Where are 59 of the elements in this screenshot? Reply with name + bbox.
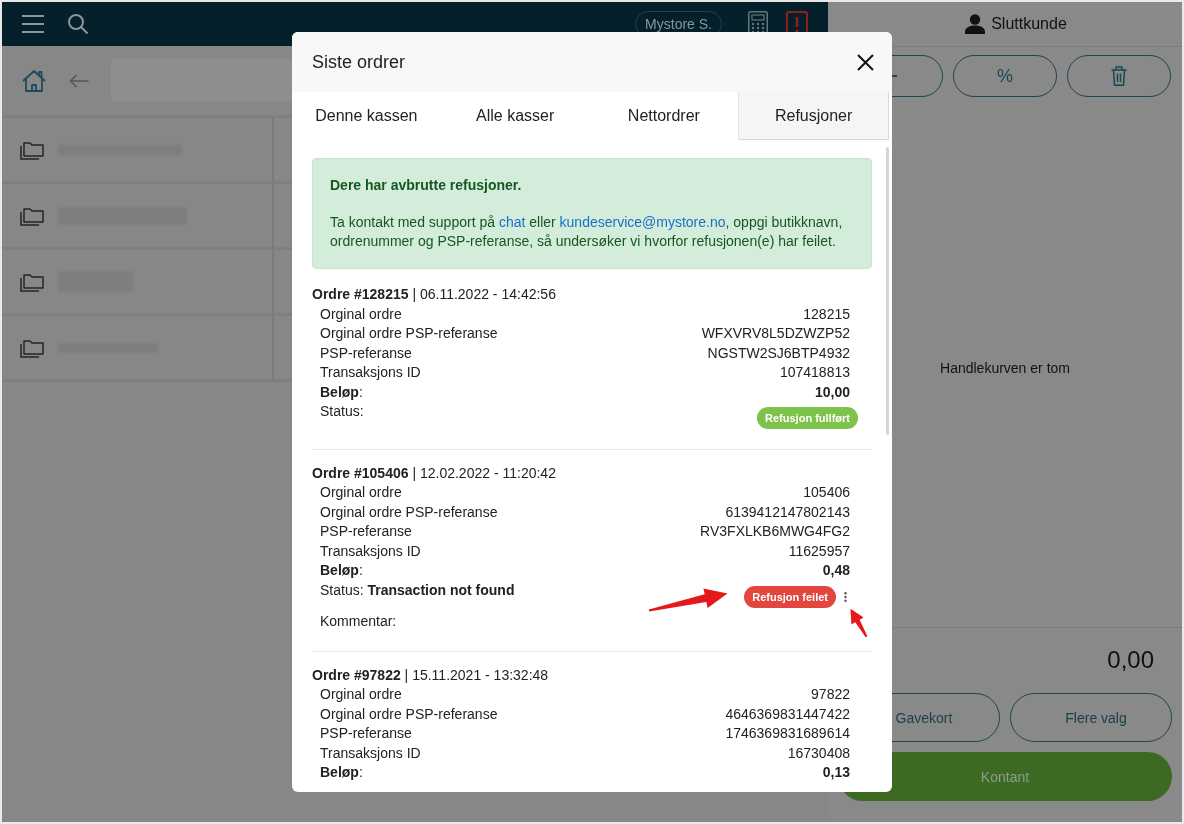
field-value: NGSTW2SJ6BTP4932 bbox=[707, 343, 850, 363]
notice-text: Ta kontakt med support på chat eller kundeservice@mystore.no, oppgi butikknavn, ordrenummer og PSP-referanse, så undersøker vi hvorfor refusjonen(e) har feilet. bbox=[330, 213, 844, 251]
status-text: Status: Transaction not found bbox=[320, 580, 515, 600]
folder-tile[interactable] bbox=[2, 250, 274, 316]
customer-name: Sluttkunde bbox=[991, 15, 1067, 33]
field-value: 105406 bbox=[803, 483, 850, 502]
field-label: Orginal ordre PSP-referanse bbox=[320, 324, 498, 343]
order-heading: Ordre #128215 | 06.11.2022 - 14:42:56 bbox=[312, 285, 557, 304]
field-label: Orginal ordre bbox=[320, 483, 402, 502]
field-label: PSP-referanse bbox=[320, 522, 412, 541]
empty-cart-text: Handlekurven er tom bbox=[940, 359, 1070, 376]
field-label: Transaksjons ID bbox=[320, 743, 421, 763]
field-label: Orginal ordre PSP-referanse bbox=[320, 502, 498, 522]
scrollbar-thumb[interactable] bbox=[886, 147, 889, 435]
folder-icon bbox=[20, 139, 44, 160]
field-label: Orginal ordre bbox=[320, 304, 402, 324]
person-icon bbox=[965, 14, 986, 34]
tab[interactable]: Refusjoner bbox=[738, 92, 889, 140]
field-label: Beløp: bbox=[320, 382, 363, 402]
field-label: PSP-referanse bbox=[320, 343, 412, 363]
field-label: Transaksjons ID bbox=[320, 363, 421, 382]
field-label: Beløp: bbox=[320, 763, 363, 782]
text-link[interactable]: chat bbox=[498, 214, 526, 230]
field-value: 10,00 bbox=[814, 382, 850, 402]
back-arrow-icon[interactable] bbox=[69, 73, 89, 88]
field-value: 0,48 bbox=[822, 561, 850, 580]
field-label: Beløp: bbox=[320, 561, 363, 580]
order-heading: Ordre #97822 | 15.11.2021 - 13:32:48 bbox=[312, 665, 550, 685]
close-icon[interactable] bbox=[857, 53, 874, 71]
field-value: RV3FXLKB6MWG4FG2 bbox=[700, 522, 850, 541]
folder-tile[interactable] bbox=[2, 118, 274, 184]
comment-label: Kommentar: bbox=[320, 612, 397, 629]
trash-icon bbox=[1111, 66, 1127, 86]
folder-icon bbox=[20, 205, 44, 226]
field-label: PSP-referanse bbox=[320, 724, 412, 743]
folder-icon bbox=[20, 337, 44, 358]
status-text: Status: bbox=[320, 402, 364, 421]
text-link[interactable]: kundeservice@mystore.no bbox=[559, 214, 726, 230]
field-value: WFXVRV8L5DZWZP52 bbox=[701, 324, 850, 343]
order-heading: Ordre #105406 | 12.02.2022 - 11:20:42 bbox=[312, 463, 557, 483]
field-value: 128215 bbox=[803, 304, 850, 324]
total-amount: 0,00 bbox=[1107, 646, 1154, 673]
notice-title: Dere har avbrutte refusjoner. bbox=[330, 176, 523, 195]
folder-icon bbox=[20, 271, 44, 292]
field-value: 11625957 bbox=[788, 541, 850, 561]
modal-title: Siste ordrer bbox=[312, 51, 406, 73]
field-value: 107418813 bbox=[779, 363, 850, 382]
home-icon[interactable] bbox=[22, 69, 46, 92]
field-label: Transaksjons ID bbox=[320, 541, 421, 561]
search-icon[interactable] bbox=[68, 14, 88, 34]
field-label: Orginal ordre bbox=[320, 685, 402, 704]
field-label: Orginal ordre PSP-referanse bbox=[320, 704, 498, 724]
more-menu-icon[interactable] bbox=[844, 591, 847, 602]
folder-tile[interactable] bbox=[2, 316, 274, 382]
folder-tile[interactable] bbox=[2, 184, 274, 250]
field-value: 6139412147802143 bbox=[725, 502, 850, 522]
status-badge: Refusjon fullført bbox=[757, 407, 858, 429]
status-badge: Refusjon feilet bbox=[744, 585, 836, 608]
menu-icon[interactable] bbox=[22, 15, 44, 33]
